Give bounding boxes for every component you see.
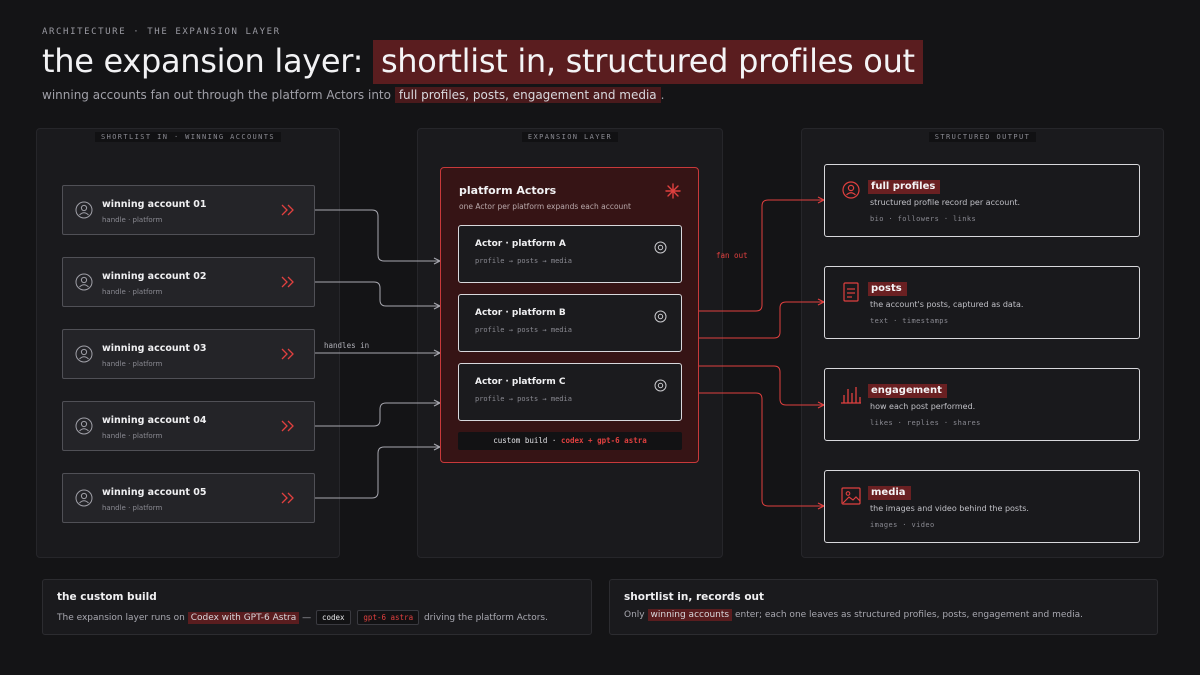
records-out-title: shortlist in, records out — [624, 591, 765, 603]
output-name: engagement — [868, 384, 947, 398]
double-chevron-right-icon — [281, 420, 294, 432]
user-icon — [75, 489, 93, 507]
actor-meta: profile → posts → media — [475, 257, 572, 265]
target-icon — [654, 379, 667, 392]
account-meta: handle · platform — [102, 288, 163, 296]
output-desc: the account's posts, captured as data. — [870, 300, 1024, 309]
actors-title: platform Actors — [459, 184, 557, 197]
actor-name: Actor · platform A — [475, 239, 566, 249]
custom-build-bar: custom build · codex + gpt-6 astra — [458, 432, 682, 450]
custom-build-body: The expansion layer runs on Codex with G… — [57, 610, 548, 625]
custom-build-card: the custom build The expansion layer run… — [42, 579, 592, 635]
account-name: winning account 01 — [102, 199, 207, 210]
subtitle-end: . — [660, 88, 665, 102]
records-out-highlight: winning accounts — [647, 609, 733, 621]
output-panel-label: STRUCTURED OUTPUT — [928, 132, 1037, 142]
custom-build-text-end: driving the platform Actors. — [423, 613, 548, 623]
bar-chart-icon — [841, 387, 861, 404]
custom-build-highlight: Codex with GPT-6 Astra — [187, 612, 300, 624]
eyebrow-label: ARCHITECTURE · THE EXPANSION LAYER — [42, 27, 281, 37]
output-card-engagement[interactable]: engagement how each post performed. like… — [824, 368, 1140, 441]
actor-card[interactable]: Actor · platform B profile → posts → med… — [458, 294, 682, 352]
actors-subtitle: one Actor per platform expands each acco… — [459, 202, 631, 211]
double-chevron-right-icon — [281, 348, 294, 360]
user-icon — [75, 345, 93, 363]
account-meta: handle · platform — [102, 432, 163, 440]
codex-chip: codex — [315, 610, 351, 625]
output-card-media[interactable]: media the images and video behind the po… — [824, 470, 1140, 543]
account-name: winning account 04 — [102, 415, 207, 426]
account-name: winning account 02 — [102, 271, 207, 282]
shortlist-panel-label: SHORTLIST IN · WINNING ACCOUNTS — [94, 132, 282, 142]
double-chevron-right-icon — [281, 276, 294, 288]
account-meta: handle · platform — [102, 360, 163, 368]
user-icon — [75, 417, 93, 435]
records-out-text-end: enter; each one leaves as structured pro… — [734, 610, 1083, 620]
actor-meta: profile → posts → media — [475, 395, 572, 403]
actor-card[interactable]: Actor · platform A profile → posts → med… — [458, 225, 682, 283]
target-icon — [654, 241, 667, 254]
gpt-6-astra-chip: gpt-6 astra — [357, 610, 420, 625]
user-icon — [75, 201, 93, 219]
double-chevron-right-icon — [281, 492, 294, 504]
account-card[interactable]: winning account 05 handle · platform — [62, 473, 315, 523]
custom-build-text-start: The expansion layer runs on — [57, 613, 185, 623]
account-name: winning account 05 — [102, 487, 207, 498]
double-chevron-right-icon — [281, 204, 294, 216]
subtitle-plain: winning accounts fan out through the pla… — [42, 88, 391, 102]
title-plain: the expansion layer: — [42, 42, 364, 80]
output-name: full profiles — [868, 180, 941, 194]
actor-meta: profile → posts → media — [475, 326, 572, 334]
user-icon — [75, 273, 93, 291]
title-highlight: shortlist in, structured profiles out — [372, 40, 923, 84]
output-name: media — [868, 486, 911, 500]
account-meta: handle · platform — [102, 504, 163, 512]
account-card[interactable]: winning account 01 handle · platform — [62, 185, 315, 235]
output-tags: bio · followers · links — [870, 215, 977, 223]
output-card-full-profiles[interactable]: full profiles structured profile record … — [824, 164, 1140, 237]
account-meta: handle · platform — [102, 216, 163, 224]
custom-build-dash: — — [302, 613, 312, 623]
image-icon — [841, 487, 861, 505]
target-icon — [654, 310, 667, 323]
account-card[interactable]: winning account 03 handle · platform — [62, 329, 315, 379]
actor-name: Actor · platform B — [475, 308, 566, 318]
platform-actors-box: platform Actors one Actor per platform e… — [440, 167, 699, 463]
output-tags: images · video — [870, 521, 935, 529]
handles-in-label: handles in — [324, 341, 370, 350]
asterisk-icon — [665, 183, 681, 199]
page-title: the expansion layer: shortlist in, struc… — [42, 40, 923, 84]
custom-build-prefix: custom build · — [493, 436, 557, 445]
subtitle-highlight: full profiles, posts, engagement and med… — [394, 87, 661, 103]
custom-build-accent: codex + gpt-6 astra — [560, 436, 647, 445]
output-card-posts[interactable]: posts the account's posts, captured as d… — [824, 266, 1140, 339]
document-icon — [843, 282, 859, 302]
account-name: winning account 03 — [102, 343, 207, 354]
profile-icon — [842, 181, 860, 199]
output-desc: the images and video behind the posts. — [870, 504, 1029, 513]
records-out-body: Only winning accounts enter; each one le… — [624, 609, 1083, 621]
account-card[interactable]: winning account 04 handle · platform — [62, 401, 315, 451]
actor-card[interactable]: Actor · platform C profile → posts → med… — [458, 363, 682, 421]
output-desc: structured profile record per account. — [870, 198, 1021, 207]
records-out-text-start: Only — [624, 610, 645, 620]
records-out-card: shortlist in, records out Only winning a… — [609, 579, 1158, 635]
actor-name: Actor · platform C — [475, 377, 566, 387]
output-tags: text · timestamps — [870, 317, 949, 325]
expansion-panel-label: EXPANSION LAYER — [521, 132, 619, 142]
custom-build-title: the custom build — [57, 591, 157, 603]
output-tags: likes · replies · shares — [870, 419, 981, 427]
page-subtitle: winning accounts fan out through the pla… — [42, 87, 665, 103]
account-card[interactable]: winning account 02 handle · platform — [62, 257, 315, 307]
output-desc: how each post performed. — [870, 402, 976, 411]
output-name: posts — [868, 282, 907, 296]
fan-out-label: fan out — [716, 251, 748, 260]
